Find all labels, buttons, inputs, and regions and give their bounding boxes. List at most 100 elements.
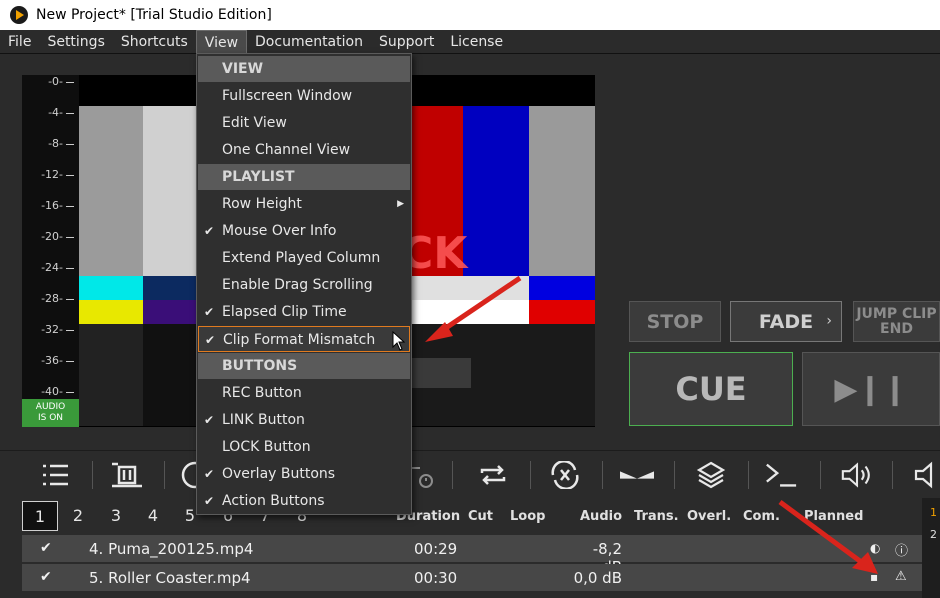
clip-name: 5. Roller Coaster.mp4 xyxy=(89,569,251,587)
clip-duration: 00:29 xyxy=(414,540,458,558)
column-trans[interactable]: Trans. xyxy=(634,509,679,524)
playlist-tab-3[interactable]: 3 xyxy=(98,501,134,531)
menu-item-label: Enable Drag Scrolling xyxy=(222,277,373,293)
menu-item-label: REC Button xyxy=(222,385,302,401)
column-loop[interactable]: Loop xyxy=(510,509,545,524)
meter-tick: -36- xyxy=(41,354,74,367)
title-bar: New Project* [Trial Studio Edition] xyxy=(0,0,940,30)
meter-tick: -8- xyxy=(48,137,74,150)
menu-item-label: Row Height xyxy=(222,196,302,212)
pause-icon[interactable] xyxy=(110,459,144,491)
annotation-arrow-icon xyxy=(425,275,522,342)
menu-item-row-height[interactable]: Row Height ▶ xyxy=(198,191,410,217)
audio-on-badge[interactable]: AUDIO IS ON xyxy=(22,399,79,427)
menu-item-label: Action Buttons xyxy=(222,493,325,509)
playlist-tab-1[interactable]: 1 xyxy=(22,501,58,531)
terminal-icon[interactable] xyxy=(764,459,798,491)
menu-item-clip-format-mismatch[interactable]: ✔ Clip Format Mismatch xyxy=(198,326,410,352)
info-icon[interactable]: ⓘ xyxy=(895,540,908,559)
meter-tick: -32- xyxy=(41,323,74,336)
side-number: 1 xyxy=(930,506,937,519)
menu-item-overlay-buttons[interactable]: ✔ Overlay Buttons xyxy=(198,461,410,487)
warning-icon[interactable]: ⚠ xyxy=(895,569,907,584)
playlist-tab-2[interactable]: 2 xyxy=(60,501,96,531)
column-cut[interactable]: Cut xyxy=(468,509,493,524)
menu-bar: File Settings Shortcuts View Documentati… xyxy=(0,29,940,54)
menu-item-enable-drag-scrolling[interactable]: Enable Drag Scrolling xyxy=(198,272,410,298)
checkmark-icon: ✔ xyxy=(204,305,215,319)
meter-tick: -0- xyxy=(48,75,74,88)
jump-clip-end-button[interactable]: JUMP CLIP END xyxy=(853,301,940,342)
menu-header-buttons: BUTTONS xyxy=(198,353,410,379)
menu-item-rec-button[interactable]: REC Button xyxy=(198,380,410,406)
fade-label: FADE xyxy=(758,310,814,333)
menu-settings[interactable]: Settings xyxy=(39,30,112,54)
window-title: New Project* [Trial Studio Edition] xyxy=(36,7,272,23)
menu-item-label: Edit View xyxy=(222,115,287,131)
menu-documentation[interactable]: Documentation xyxy=(247,30,371,54)
loop-remove-icon[interactable] xyxy=(548,459,582,491)
jump-label-line2: END xyxy=(880,320,913,337)
transition-icon[interactable] xyxy=(620,459,654,491)
played-check-icon: ✔ xyxy=(40,540,52,556)
play-pause-button[interactable]: ▶❙❙ xyxy=(802,352,940,426)
meter-tick: -24- xyxy=(41,261,74,274)
cue-button[interactable]: CUE xyxy=(629,352,793,426)
menu-item-fullscreen-window[interactable]: Fullscreen Window xyxy=(198,83,410,109)
app-window: New Project* [Trial Studio Edition] File… xyxy=(0,0,940,598)
mouse-cursor-icon xyxy=(392,331,406,351)
menu-item-label: Fullscreen Window xyxy=(222,88,353,104)
menu-item-link-button[interactable]: ✔ LINK Button xyxy=(198,407,410,433)
toolbar-divider xyxy=(530,461,531,489)
app-logo-icon xyxy=(10,6,28,24)
menu-item-mouse-over-info[interactable]: ✔ Mouse Over Info xyxy=(198,218,410,244)
toolbar-divider xyxy=(602,461,603,489)
menu-item-label: LINK Button xyxy=(222,412,305,428)
annotation-arrow-icon xyxy=(778,499,878,574)
toolbar-divider xyxy=(674,461,675,489)
checkmark-icon: ✔ xyxy=(204,494,215,508)
mute-icon[interactable] xyxy=(906,459,940,491)
clip-duration: 00:30 xyxy=(414,569,458,587)
jump-label-line1: JUMP CLIP xyxy=(856,305,937,322)
menu-license[interactable]: License xyxy=(442,30,511,54)
menu-item-one-channel-view[interactable]: One Channel View xyxy=(198,137,410,163)
meter-tick: -16- xyxy=(41,199,74,212)
side-number: 2 xyxy=(930,528,937,541)
menu-shortcuts[interactable]: Shortcuts xyxy=(113,30,196,54)
menu-item-action-buttons[interactable]: ✔ Action Buttons xyxy=(198,488,410,514)
checkmark-icon: ✔ xyxy=(204,413,215,427)
toolbar-divider xyxy=(820,461,821,489)
toolbar-divider xyxy=(748,461,749,489)
playlist-tab-4[interactable]: 4 xyxy=(135,501,171,531)
toolbar-divider xyxy=(892,461,893,489)
menu-item-edit-view[interactable]: Edit View xyxy=(198,110,410,136)
stop-button[interactable]: STOP xyxy=(629,301,721,342)
layers-icon[interactable] xyxy=(694,459,728,491)
menu-item-lock-button[interactable]: LOCK Button xyxy=(198,434,410,460)
menu-support[interactable]: Support xyxy=(371,30,442,54)
column-audio[interactable]: Audio xyxy=(580,509,622,524)
checkmark-icon: ✔ xyxy=(204,224,215,238)
meter-tick: -20- xyxy=(41,230,74,243)
toolbar-divider xyxy=(452,461,453,489)
checkmark-icon: ✔ xyxy=(205,333,216,347)
column-overl[interactable]: Overl. xyxy=(687,509,731,524)
speaker-icon[interactable] xyxy=(840,459,874,491)
menu-item-elapsed-clip-time[interactable]: ✔ Elapsed Clip Time xyxy=(198,299,410,325)
meter-tick: -40- xyxy=(41,385,74,398)
fade-button[interactable]: FADE › xyxy=(730,301,842,342)
repeat-icon[interactable] xyxy=(476,459,510,491)
list-icon[interactable] xyxy=(38,459,72,491)
audio-badge-line2: IS ON xyxy=(37,413,64,423)
meter-tick: -12- xyxy=(41,168,74,181)
meter-tick: -4- xyxy=(48,106,74,119)
menu-view[interactable]: View xyxy=(195,29,248,54)
submenu-arrow-icon: ▶ xyxy=(397,199,404,209)
play-pause-icon: ▶❙❙ xyxy=(834,371,908,407)
right-side-pane: 1 2 xyxy=(922,498,940,598)
menu-item-label: Mouse Over Info xyxy=(222,223,337,239)
menu-file[interactable]: File xyxy=(0,30,39,54)
menu-item-label: Overlay Buttons xyxy=(222,466,336,482)
menu-item-extend-played-column[interactable]: Extend Played Column xyxy=(198,245,410,271)
